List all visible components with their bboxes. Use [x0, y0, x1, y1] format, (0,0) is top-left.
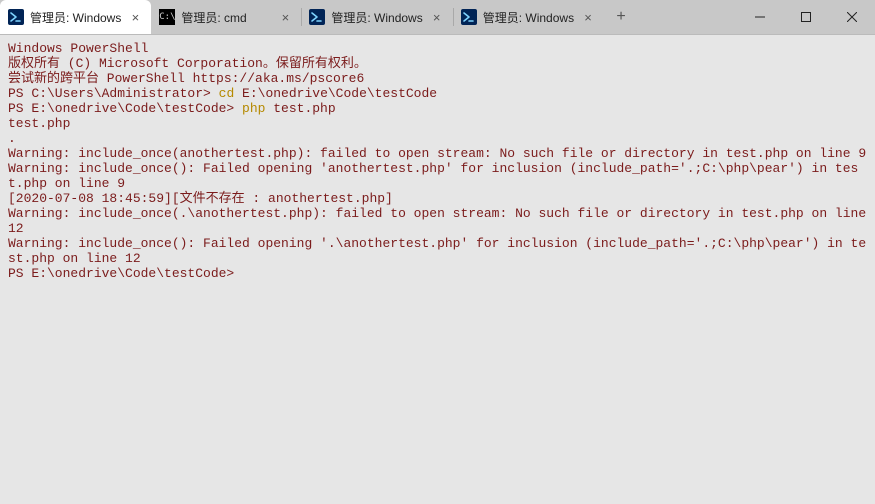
minimize-button[interactable]	[737, 0, 783, 34]
cmd-icon: C:\	[159, 9, 175, 25]
close-tab-button[interactable]: ×	[580, 9, 596, 25]
terminal-line: .	[8, 131, 867, 146]
window-controls	[737, 0, 875, 34]
terminal-line: Warning: include_once(.\anothertest.php)…	[8, 206, 867, 236]
terminal-line: PS E:\onedrive\Code\testCode>	[8, 266, 867, 281]
prompt: PS C:\Users\Administrator>	[8, 86, 219, 101]
titlebar-drag-area[interactable]	[638, 0, 737, 34]
close-window-button[interactable]	[829, 0, 875, 34]
terminal-line: Warning: include_once(anothertest.php): …	[8, 146, 867, 161]
terminal-line: PS C:\Users\Administrator> cd E:\onedriv…	[8, 86, 867, 101]
close-tab-button[interactable]: ×	[127, 9, 143, 25]
terminal-line: Warning: include_once(): Failed opening …	[8, 236, 867, 266]
powershell-icon	[8, 9, 24, 25]
terminal-line: test.php	[8, 116, 867, 131]
powershell-icon	[461, 9, 477, 25]
tab-1[interactable]: C:\ 管理员: cmd ×	[151, 0, 301, 34]
powershell-icon	[309, 9, 325, 25]
terminal-line: PS E:\onedrive\Code\testCode> php test.p…	[8, 101, 867, 116]
prompt: PS E:\onedrive\Code\testCode>	[8, 266, 234, 281]
command-args: test.php	[265, 101, 335, 116]
terminal-line: 版权所有 (C) Microsoft Corporation。保留所有权利。	[8, 56, 867, 71]
prompt: PS E:\onedrive\Code\testCode>	[8, 101, 242, 116]
tab-2[interactable]: 管理员: Windows ×	[301, 0, 452, 34]
terminal-line: Windows PowerShell	[8, 41, 867, 56]
terminal-line: 尝试新的跨平台 PowerShell https://aka.ms/pscore…	[8, 71, 867, 86]
titlebar: 管理员: Windows×C:\管理员: cmd×管理员: Windows×管理…	[0, 0, 875, 34]
maximize-button[interactable]	[783, 0, 829, 34]
command-name: cd	[219, 86, 235, 101]
tab-label: 管理员: cmd	[181, 9, 271, 26]
terminal-output[interactable]: Windows PowerShell版权所有 (C) Microsoft Cor…	[0, 34, 875, 504]
terminal-line: [2020-07-08 18:45:59][文件不存在 : anothertes…	[8, 191, 867, 206]
close-tab-button[interactable]: ×	[429, 9, 445, 25]
tab-3[interactable]: 管理员: Windows ×	[453, 0, 604, 34]
close-tab-button[interactable]: ×	[277, 9, 293, 25]
terminal-line: Warning: include_once(): Failed opening …	[8, 161, 867, 191]
command-args: E:\onedrive\Code\testCode	[234, 86, 437, 101]
tab-label: 管理员: Windows	[30, 9, 121, 26]
tab-label: 管理员: Windows	[483, 9, 574, 26]
command-name: php	[242, 101, 265, 116]
tab-strip: 管理员: Windows×C:\管理员: cmd×管理员: Windows×管理…	[0, 0, 604, 34]
tab-label: 管理员: Windows	[331, 9, 422, 26]
tab-0[interactable]: 管理员: Windows ×	[0, 0, 151, 34]
new-tab-button[interactable]: +	[604, 0, 638, 34]
